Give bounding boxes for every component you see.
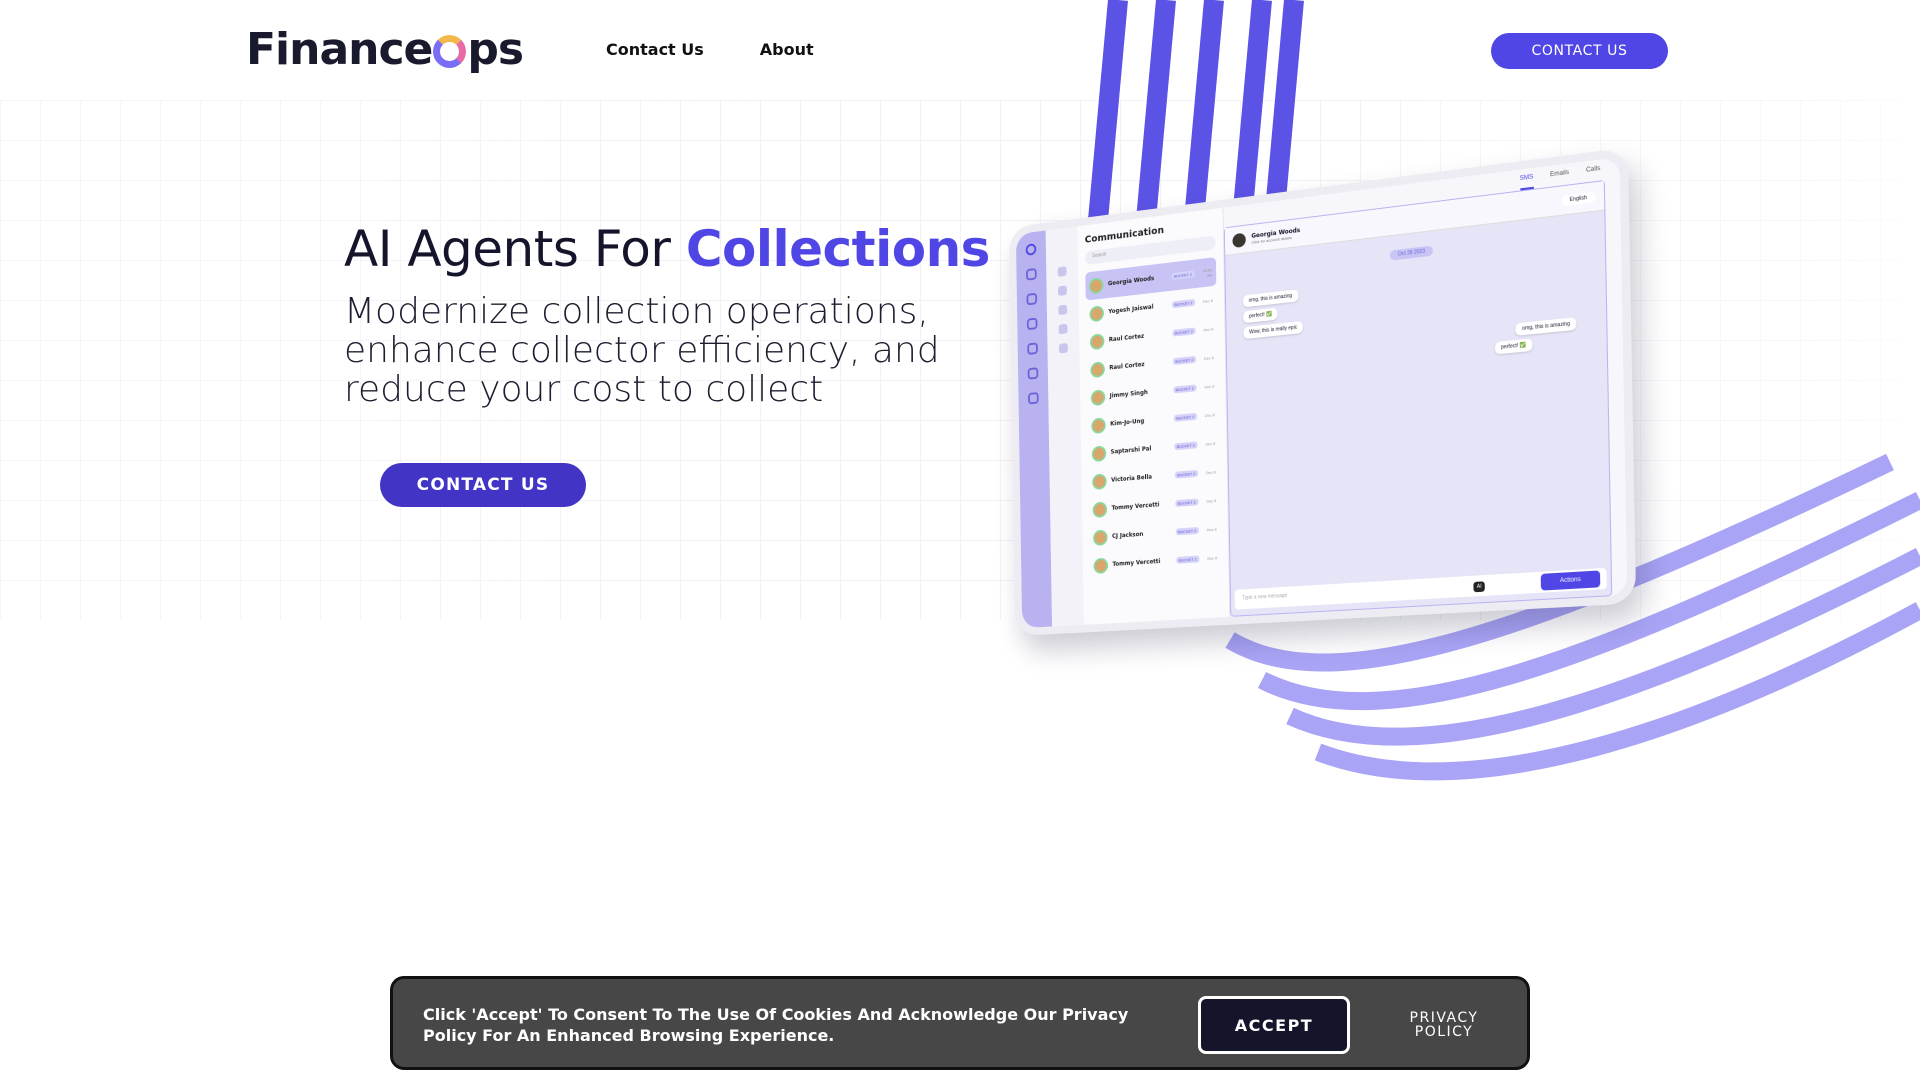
subnav-sent-icon xyxy=(1057,285,1067,297)
rail-settings-icon xyxy=(1028,391,1039,405)
privacy-label-line2: POLICY xyxy=(1414,1024,1474,1040)
nav-contact-us[interactable]: Contact Us xyxy=(606,40,704,59)
mockup-chat-avatar xyxy=(1232,232,1246,248)
mockup-chat-body: Georgia Woods Click for account details … xyxy=(1223,179,1613,617)
financeops-logo[interactable]: Finance ps xyxy=(246,24,524,75)
contact-time: Dec 8 xyxy=(1206,526,1217,533)
cookie-message: Click 'Accept' To Consent To The Use Of … xyxy=(423,1005,1129,1045)
contact-time: Dec 8 xyxy=(1203,297,1213,304)
contact-avatar xyxy=(1092,472,1107,490)
mockup-ai-badge: AI xyxy=(1473,581,1485,593)
contact-time: Dec 8 xyxy=(1207,555,1218,561)
tablet-screen: Communication Search Georgia Woods BUCKET… xyxy=(1008,147,1637,637)
logo-text-left: Finance xyxy=(246,24,433,75)
contact-avatar xyxy=(1088,276,1104,294)
mockup-bubble-out-1: omg, this is amazing xyxy=(1515,317,1577,336)
contact-time: Dec 8 xyxy=(1204,383,1215,390)
contact-tag: BUCKET 2 xyxy=(1171,327,1196,337)
contact-tag: BUCKET 2 xyxy=(1173,412,1198,422)
hero-contact-button[interactable]: CONTACT US xyxy=(380,463,586,507)
contact-name: Saptarshi Pal xyxy=(1110,445,1152,456)
contact-avatar xyxy=(1089,332,1105,350)
contact-name: Victoria Bella xyxy=(1111,473,1153,484)
cookie-banner: Click 'Accept' To Consent To The Use Of … xyxy=(390,976,1530,1070)
mockup-actions-button: Actions xyxy=(1540,570,1601,591)
site-header: Finance ps Contact Us About CONTACT US xyxy=(0,0,1920,100)
logo-text-right: ps xyxy=(467,24,524,75)
contact-name: Raul Cortez xyxy=(1108,332,1145,344)
mockup-chat: SMS Emails Calls Georgia Woods Click for… xyxy=(1223,157,1627,617)
contact-name: Jimmy Singh xyxy=(1109,389,1148,400)
contact-tag: BUCKET 2 xyxy=(1175,526,1199,536)
rail-users-icon xyxy=(1026,292,1038,306)
contact-tag: BUCKET 2 xyxy=(1175,555,1200,564)
contact-tag: BUCKET 2 xyxy=(1174,498,1199,508)
contact-avatar xyxy=(1092,501,1108,518)
contact-tag: BUCKET 2 xyxy=(1171,270,1195,281)
subnav-schedule-icon xyxy=(1058,323,1068,335)
mockup-bubble-in-2: perfect! ✅ xyxy=(1243,307,1278,324)
contact-tag: BUCKET 2 xyxy=(1172,384,1197,394)
main-nav: Contact Us About xyxy=(606,40,814,59)
mockup-bubble-in-3: Wow, this is really epic xyxy=(1243,320,1304,340)
contact-name: CJ Jackson xyxy=(1111,530,1144,540)
contact-tag: BUCKET 2 xyxy=(1174,469,1199,479)
mockup-contact-list: Communication Search Georgia Woods BUCKET… xyxy=(1077,207,1231,625)
nav-about[interactable]: About xyxy=(760,40,814,59)
header-contact-button[interactable]: CONTACT US xyxy=(1491,33,1668,69)
product-mockup: Communication Search Georgia Woods BUCKET… xyxy=(985,147,1637,670)
subnav-inbox-icon xyxy=(1057,266,1067,277)
contact-name: Raul Cortez xyxy=(1109,361,1145,372)
contact-tag: BUCKET 2 xyxy=(1172,355,1197,366)
contact-time: Dec 8 xyxy=(1204,412,1215,419)
contact-name: Kim-Jo-Ung xyxy=(1110,417,1145,428)
contact-time: Dec 8 xyxy=(1203,326,1214,333)
rail-doc-icon xyxy=(1026,267,1037,281)
contact-time: Dec 8 xyxy=(1205,440,1216,447)
contact-avatar xyxy=(1089,304,1104,322)
hero-subtitle: Modernize collection operations, enhance… xyxy=(344,291,940,410)
contact-time: 09:00 AM xyxy=(1202,266,1213,278)
contact-name: Tommy Vercetti xyxy=(1112,558,1161,568)
hero-title-plain: AI Agents For xyxy=(344,220,686,278)
contact-avatar xyxy=(1090,360,1105,378)
contact-name: Tommy Vercetti xyxy=(1111,501,1160,512)
contact-avatar xyxy=(1093,557,1109,574)
mockup-contacts: Georgia Woods BUCKET 2 09:00 AM Yogesh Jais… xyxy=(1085,257,1221,580)
contact-avatar xyxy=(1090,388,1106,406)
contact-time: Dec 8 xyxy=(1204,355,1214,361)
hero-title: AI Agents For Collections xyxy=(344,220,990,278)
subnav-archive-icon xyxy=(1058,304,1068,316)
contact-avatar xyxy=(1091,444,1107,462)
rail-chart-icon xyxy=(1026,317,1038,331)
rail-logo-icon xyxy=(1025,243,1037,256)
logo-ring-icon xyxy=(433,35,467,68)
cookie-accept-button[interactable]: ACCEPT xyxy=(1198,996,1350,1054)
contact-tag: BUCKET 2 xyxy=(1173,441,1198,451)
mockup-language-select: English xyxy=(1560,191,1596,206)
subnav-filter-icon xyxy=(1058,342,1068,354)
hero-title-accent: Collections xyxy=(685,220,991,278)
rail-chat-icon xyxy=(1027,367,1039,380)
privacy-policy-link[interactable]: PRIVACY POLICY xyxy=(1379,1011,1509,1039)
rail-bell-icon xyxy=(1027,342,1038,355)
mockup-bubble-in-1: omg, this is amazing xyxy=(1242,289,1299,308)
contact-time: Dec 8 xyxy=(1206,498,1217,504)
contact-name: Yogesh Jaiswal xyxy=(1108,303,1154,316)
contact-time: Dec 8 xyxy=(1205,469,1216,476)
privacy-label-line1: PRIVACY xyxy=(1409,1010,1479,1026)
mockup-bubble-out-2: perfect! ✅ xyxy=(1494,338,1533,355)
contact-avatar xyxy=(1093,529,1108,546)
contact-name: Georgia Woods xyxy=(1107,275,1155,288)
mockup-chat-date: Oct 28 2023 xyxy=(1389,245,1434,261)
contact-avatar xyxy=(1091,416,1106,434)
contact-tag: BUCKET 2 xyxy=(1171,298,1196,309)
